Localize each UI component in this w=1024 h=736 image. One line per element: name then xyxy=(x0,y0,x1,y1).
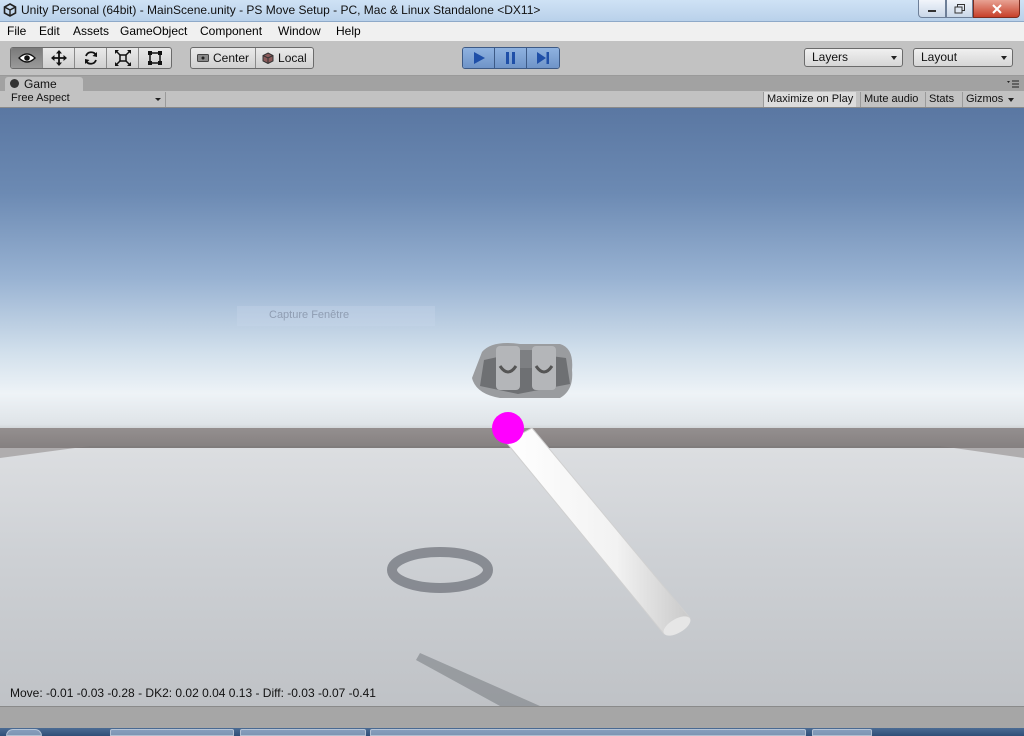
close-button[interactable] xyxy=(973,0,1020,18)
eye-icon xyxy=(17,53,36,63)
pivot-local-button[interactable]: Local xyxy=(256,48,313,68)
move-tool-button[interactable] xyxy=(43,48,75,68)
step-icon xyxy=(537,52,549,64)
restore-button[interactable] xyxy=(946,0,973,18)
chevron-down-icon xyxy=(155,98,161,101)
pivot-toggles: Center Local xyxy=(190,47,314,69)
maximize-on-play-toggle[interactable]: Maximize on Play xyxy=(763,92,857,107)
scale-tool-button[interactable] xyxy=(107,48,139,68)
restore-icon xyxy=(954,3,965,13)
move-controller-model xyxy=(505,427,691,636)
rect-transform-icon xyxy=(148,51,162,65)
menu-window[interactable]: Window xyxy=(278,24,321,38)
gizmos-label: Gizmos xyxy=(966,93,1004,105)
menu-file[interactable]: File xyxy=(7,24,26,38)
main-toolbar: Center Local Layers Layout xyxy=(0,41,1024,76)
aspect-dropdown[interactable]: Free Aspect xyxy=(6,92,166,107)
unity-logo-icon xyxy=(3,3,17,17)
step-button[interactable] xyxy=(527,48,559,68)
layers-label: Layers xyxy=(812,50,849,64)
pause-icon xyxy=(505,52,515,64)
game-controller-icon xyxy=(10,79,19,88)
chevron-down-icon xyxy=(891,56,897,60)
start-button[interactable] xyxy=(6,729,42,736)
playback-controls xyxy=(462,47,560,69)
panel-tab-bar: Game xyxy=(0,76,1024,91)
taskbar-item[interactable] xyxy=(240,729,366,736)
menu-bar: File Edit Assets GameObject Component Wi… xyxy=(0,22,1024,41)
tab-game-label: Game xyxy=(24,77,57,91)
transform-tools xyxy=(10,47,172,69)
minimize-button[interactable] xyxy=(918,0,946,18)
chevron-down-icon xyxy=(1001,56,1007,60)
game-viewport[interactable]: Capture Fenêtre Move: -0.01 -0.03 -0.28 … xyxy=(0,108,1024,706)
play-icon xyxy=(473,52,485,64)
rotate-icon xyxy=(84,51,97,65)
tab-game[interactable]: Game xyxy=(5,77,83,91)
pivot-local-label: Local xyxy=(278,51,307,65)
rect-tool-button[interactable] xyxy=(139,48,171,68)
window-title-bar: Unity Personal (64bit) - MainScene.unity… xyxy=(0,0,1024,22)
debug-readout: Move: -0.01 -0.03 -0.28 - DK2: 0.02 0.04… xyxy=(10,686,376,700)
hand-tool-button[interactable] xyxy=(11,48,43,68)
menu-component[interactable]: Component xyxy=(200,24,262,38)
gizmos-dropdown[interactable]: Gizmos xyxy=(962,92,1017,107)
pause-button[interactable] xyxy=(495,48,527,68)
rotate-tool-button[interactable] xyxy=(75,48,107,68)
headset-shadow xyxy=(387,547,493,593)
scale-icon xyxy=(114,50,131,66)
minimize-icon xyxy=(928,9,936,12)
move-arrows-icon xyxy=(50,50,67,66)
menu-gameobject[interactable]: GameObject xyxy=(120,24,187,38)
windows-taskbar xyxy=(0,728,1024,736)
stats-toggle[interactable]: Stats xyxy=(925,92,957,107)
controller-shadow xyxy=(416,653,540,706)
chevron-down-icon xyxy=(1008,98,1015,102)
pivot-center-label: Center xyxy=(213,51,250,65)
window-title: Unity Personal (64bit) - MainScene.unity… xyxy=(21,3,541,17)
scene-objects xyxy=(0,343,1024,706)
layout-label: Layout xyxy=(921,50,958,64)
close-icon xyxy=(991,3,1002,14)
panel-menu-icon[interactable] xyxy=(1006,79,1020,89)
controller-sphere xyxy=(492,412,524,444)
pivot-center-button[interactable]: Center xyxy=(191,48,257,68)
menu-edit[interactable]: Edit xyxy=(39,24,60,38)
menu-help[interactable]: Help xyxy=(336,24,361,38)
local-cube-icon xyxy=(262,52,274,64)
taskbar-item[interactable] xyxy=(110,729,234,736)
aspect-label: Free Aspect xyxy=(11,92,70,104)
pivot-center-icon xyxy=(197,54,209,62)
mute-audio-toggle[interactable]: Mute audio xyxy=(860,92,921,107)
game-view-toolbar: Free Aspect Maximize on Play Mute audio … xyxy=(0,91,1024,108)
capture-window-overlay: Capture Fenêtre xyxy=(237,306,435,326)
play-button[interactable] xyxy=(463,48,495,68)
menu-assets[interactable]: Assets xyxy=(73,24,109,38)
layout-dropdown[interactable]: Layout xyxy=(913,48,1013,67)
taskbar-item[interactable] xyxy=(370,729,806,736)
taskbar-item[interactable] xyxy=(812,729,872,736)
layers-dropdown[interactable]: Layers xyxy=(804,48,903,67)
vr-headset-model xyxy=(472,343,573,398)
status-strip xyxy=(0,706,1024,728)
